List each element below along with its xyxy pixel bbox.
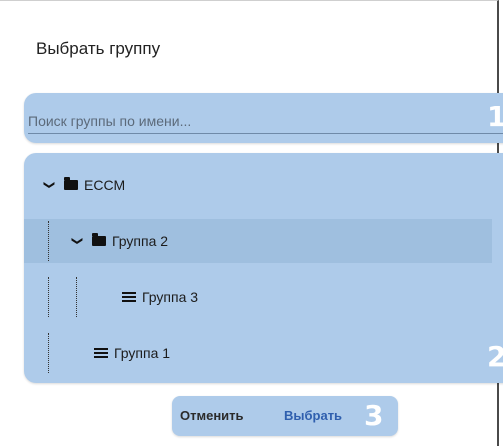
annotation-badge-3: 3 [364,399,384,432]
select-button[interactable]: Выбрать [284,408,342,423]
indent-guide [48,333,49,373]
cancel-button[interactable]: Отменить [180,408,244,423]
search-highlight: 1 [24,93,503,143]
tree-node-label: Группа 3 [142,289,199,305]
tree-node-group-2[interactable]: ❯ Группа 2 [24,219,492,263]
search-input[interactable] [28,109,503,134]
tree-node-label: ECCM [84,177,126,193]
select-group-dialog: Выбрать группу 1 ❯ ECCM ❯ Группа 2 Групп… [0,0,503,446]
tree-node-label: Группа 2 [112,233,169,249]
list-icon [122,292,136,302]
annotation-badge-1: 1 [487,100,503,133]
folder-icon [92,233,106,246]
chevron-down-icon[interactable]: ❯ [70,233,86,249]
folder-icon [64,177,78,190]
indent-guide [76,277,77,317]
list-icon [94,348,108,358]
tree-node-label: Группа 1 [114,345,171,361]
tree-node-group-1[interactable]: Группа 1 [24,331,492,375]
chevron-down-icon[interactable]: ❯ [42,177,58,193]
indent-guide [48,277,49,317]
group-tree: ❯ ECCM ❯ Группа 2 Группа 3 Группа 1 2 [24,153,503,383]
dialog-actions: Отменить Выбрать 3 [172,396,398,436]
dialog-title: Выбрать группу [36,39,161,58]
indent-guide [48,221,49,261]
tree-node-eccm[interactable]: ❯ ECCM [24,163,503,207]
annotation-badge-2: 2 [487,340,503,373]
tree-node-group-3[interactable]: Группа 3 [24,275,492,319]
